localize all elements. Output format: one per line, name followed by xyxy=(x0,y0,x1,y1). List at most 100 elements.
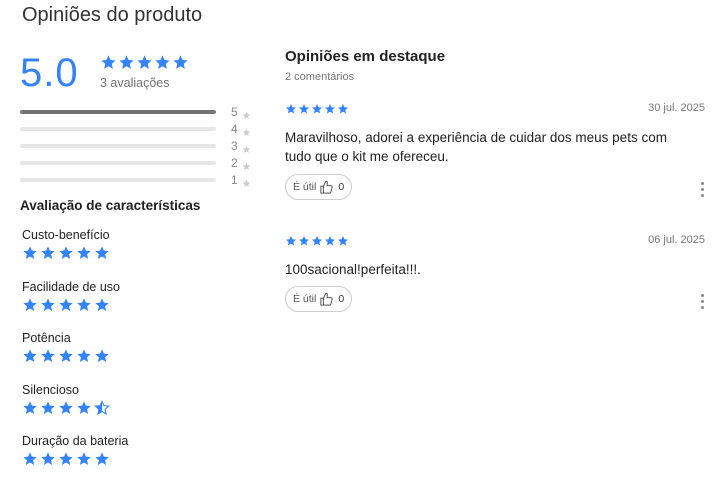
bar-track xyxy=(20,161,216,165)
characteristic-label: Facilidade de uso xyxy=(22,279,120,294)
star-icon xyxy=(77,349,91,362)
review-stars xyxy=(285,234,350,252)
characteristics-list: Custo-benefício Facilidade de uso Potência… xyxy=(22,228,128,486)
ratings-count: 3 avaliações xyxy=(100,76,170,90)
featured-title: Opiniões em destaque xyxy=(285,48,446,65)
star-icon xyxy=(119,55,134,69)
comments-count: 2 comentários xyxy=(285,71,355,83)
star-icon xyxy=(23,246,37,259)
rating-bar-5: 5 xyxy=(20,104,260,121)
bar-track xyxy=(20,127,216,131)
characteristics-title: Avaliação de características xyxy=(20,198,201,213)
star-icon xyxy=(77,297,91,311)
rating-bar-2: 2 xyxy=(20,155,260,172)
star-icon xyxy=(286,236,296,246)
more-options-icon[interactable] xyxy=(699,182,705,198)
star-icon xyxy=(338,104,348,114)
bar-star-count-label: 1 xyxy=(231,173,238,187)
star-icon xyxy=(59,400,73,414)
star-icon xyxy=(23,297,37,311)
star-icon xyxy=(242,145,251,153)
star-icon xyxy=(23,400,37,414)
bar-track xyxy=(20,110,216,114)
star-icon xyxy=(312,104,322,114)
characteristic-label: Potência xyxy=(22,331,71,345)
helpful-button[interactable]: É útil 0 xyxy=(285,286,353,312)
characteristic-label: Silencioso xyxy=(22,382,79,397)
star-icon xyxy=(242,179,251,187)
rating-bar-1: 1 xyxy=(20,172,260,189)
star-icon xyxy=(299,104,309,114)
characteristic-item: Potência xyxy=(22,331,128,383)
star-icon xyxy=(95,246,109,259)
characteristic-item: Duração da bateria xyxy=(22,434,128,486)
characteristic-stars xyxy=(22,348,128,370)
star-icon xyxy=(77,246,91,259)
star-icon xyxy=(95,452,109,465)
star-icon xyxy=(286,104,296,114)
bar-star-count-label: 5 xyxy=(231,105,238,119)
star-icon xyxy=(242,111,251,119)
average-score: 5.0 xyxy=(20,51,79,95)
rating-bar-3: 3 xyxy=(20,138,260,155)
more-options-icon[interactable] xyxy=(699,294,705,310)
average-stars xyxy=(100,54,190,76)
review-text: Maravilhoso, adorei a experiência de cui… xyxy=(285,130,667,164)
review-date: 06 jul. 2025 xyxy=(648,234,705,246)
star-icon xyxy=(325,236,335,246)
characteristic-item: Custo-benefício xyxy=(22,228,128,280)
bar-track xyxy=(20,144,216,148)
characteristic-item: Facilidade de uso xyxy=(22,280,128,332)
star-icon xyxy=(299,236,309,246)
star-icon xyxy=(23,452,37,465)
characteristic-label: Custo-benefício xyxy=(22,228,110,242)
star-icon xyxy=(242,128,251,136)
thumbs-up-icon xyxy=(320,292,333,306)
star-icon xyxy=(41,349,55,362)
characteristic-stars xyxy=(22,297,128,319)
star-icon xyxy=(41,246,55,259)
rating-bar-4: 4 xyxy=(20,121,260,138)
star-icon xyxy=(59,297,73,311)
helpful-button[interactable]: É útil 0 xyxy=(285,174,353,200)
helpful-count: 0 xyxy=(338,181,345,193)
characteristic-stars xyxy=(22,399,128,422)
page-title: Opiniões do produto xyxy=(22,4,203,26)
bar-fill xyxy=(20,110,216,114)
star-icon xyxy=(312,236,322,246)
star-icon xyxy=(77,400,91,414)
helpful-count: 0 xyxy=(338,293,345,305)
star-icon xyxy=(101,55,116,69)
bar-star-count-label: 2 xyxy=(231,156,238,170)
star-icon xyxy=(325,104,335,114)
characteristic-label: Duração da bateria xyxy=(22,434,129,448)
bar-track xyxy=(20,178,216,182)
thumbs-up-icon xyxy=(320,180,333,194)
helpful-label: É útil xyxy=(293,181,317,193)
star-icon xyxy=(95,297,109,311)
star-icon xyxy=(95,349,109,362)
featured-reviews: Opiniões em destaque 2 comentários 30 ju… xyxy=(285,48,710,312)
characteristic-stars xyxy=(22,245,128,267)
star-icon xyxy=(59,452,73,465)
review-text: 100sacional!perfeita!!!. xyxy=(285,262,421,277)
star-icon xyxy=(137,55,152,69)
star-icon xyxy=(41,297,55,311)
review-stars xyxy=(285,102,350,120)
star-icon xyxy=(77,452,91,465)
review-date: 30 jul. 2025 xyxy=(648,102,705,114)
star-icon xyxy=(94,399,110,415)
star-icon xyxy=(338,236,348,246)
characteristic-stars xyxy=(22,451,128,473)
star-icon xyxy=(155,55,170,69)
rating-distribution: 5 4 3 2 1 xyxy=(20,104,260,189)
star-icon xyxy=(173,55,188,69)
bar-star-count-label: 4 xyxy=(231,122,238,136)
characteristic-item: Silencioso xyxy=(22,383,128,435)
star-icon xyxy=(242,162,251,170)
star-icon xyxy=(23,349,37,362)
star-icon xyxy=(41,452,55,465)
helpful-label: É útil xyxy=(293,293,317,305)
star-icon xyxy=(59,349,73,362)
star-icon xyxy=(41,400,55,414)
